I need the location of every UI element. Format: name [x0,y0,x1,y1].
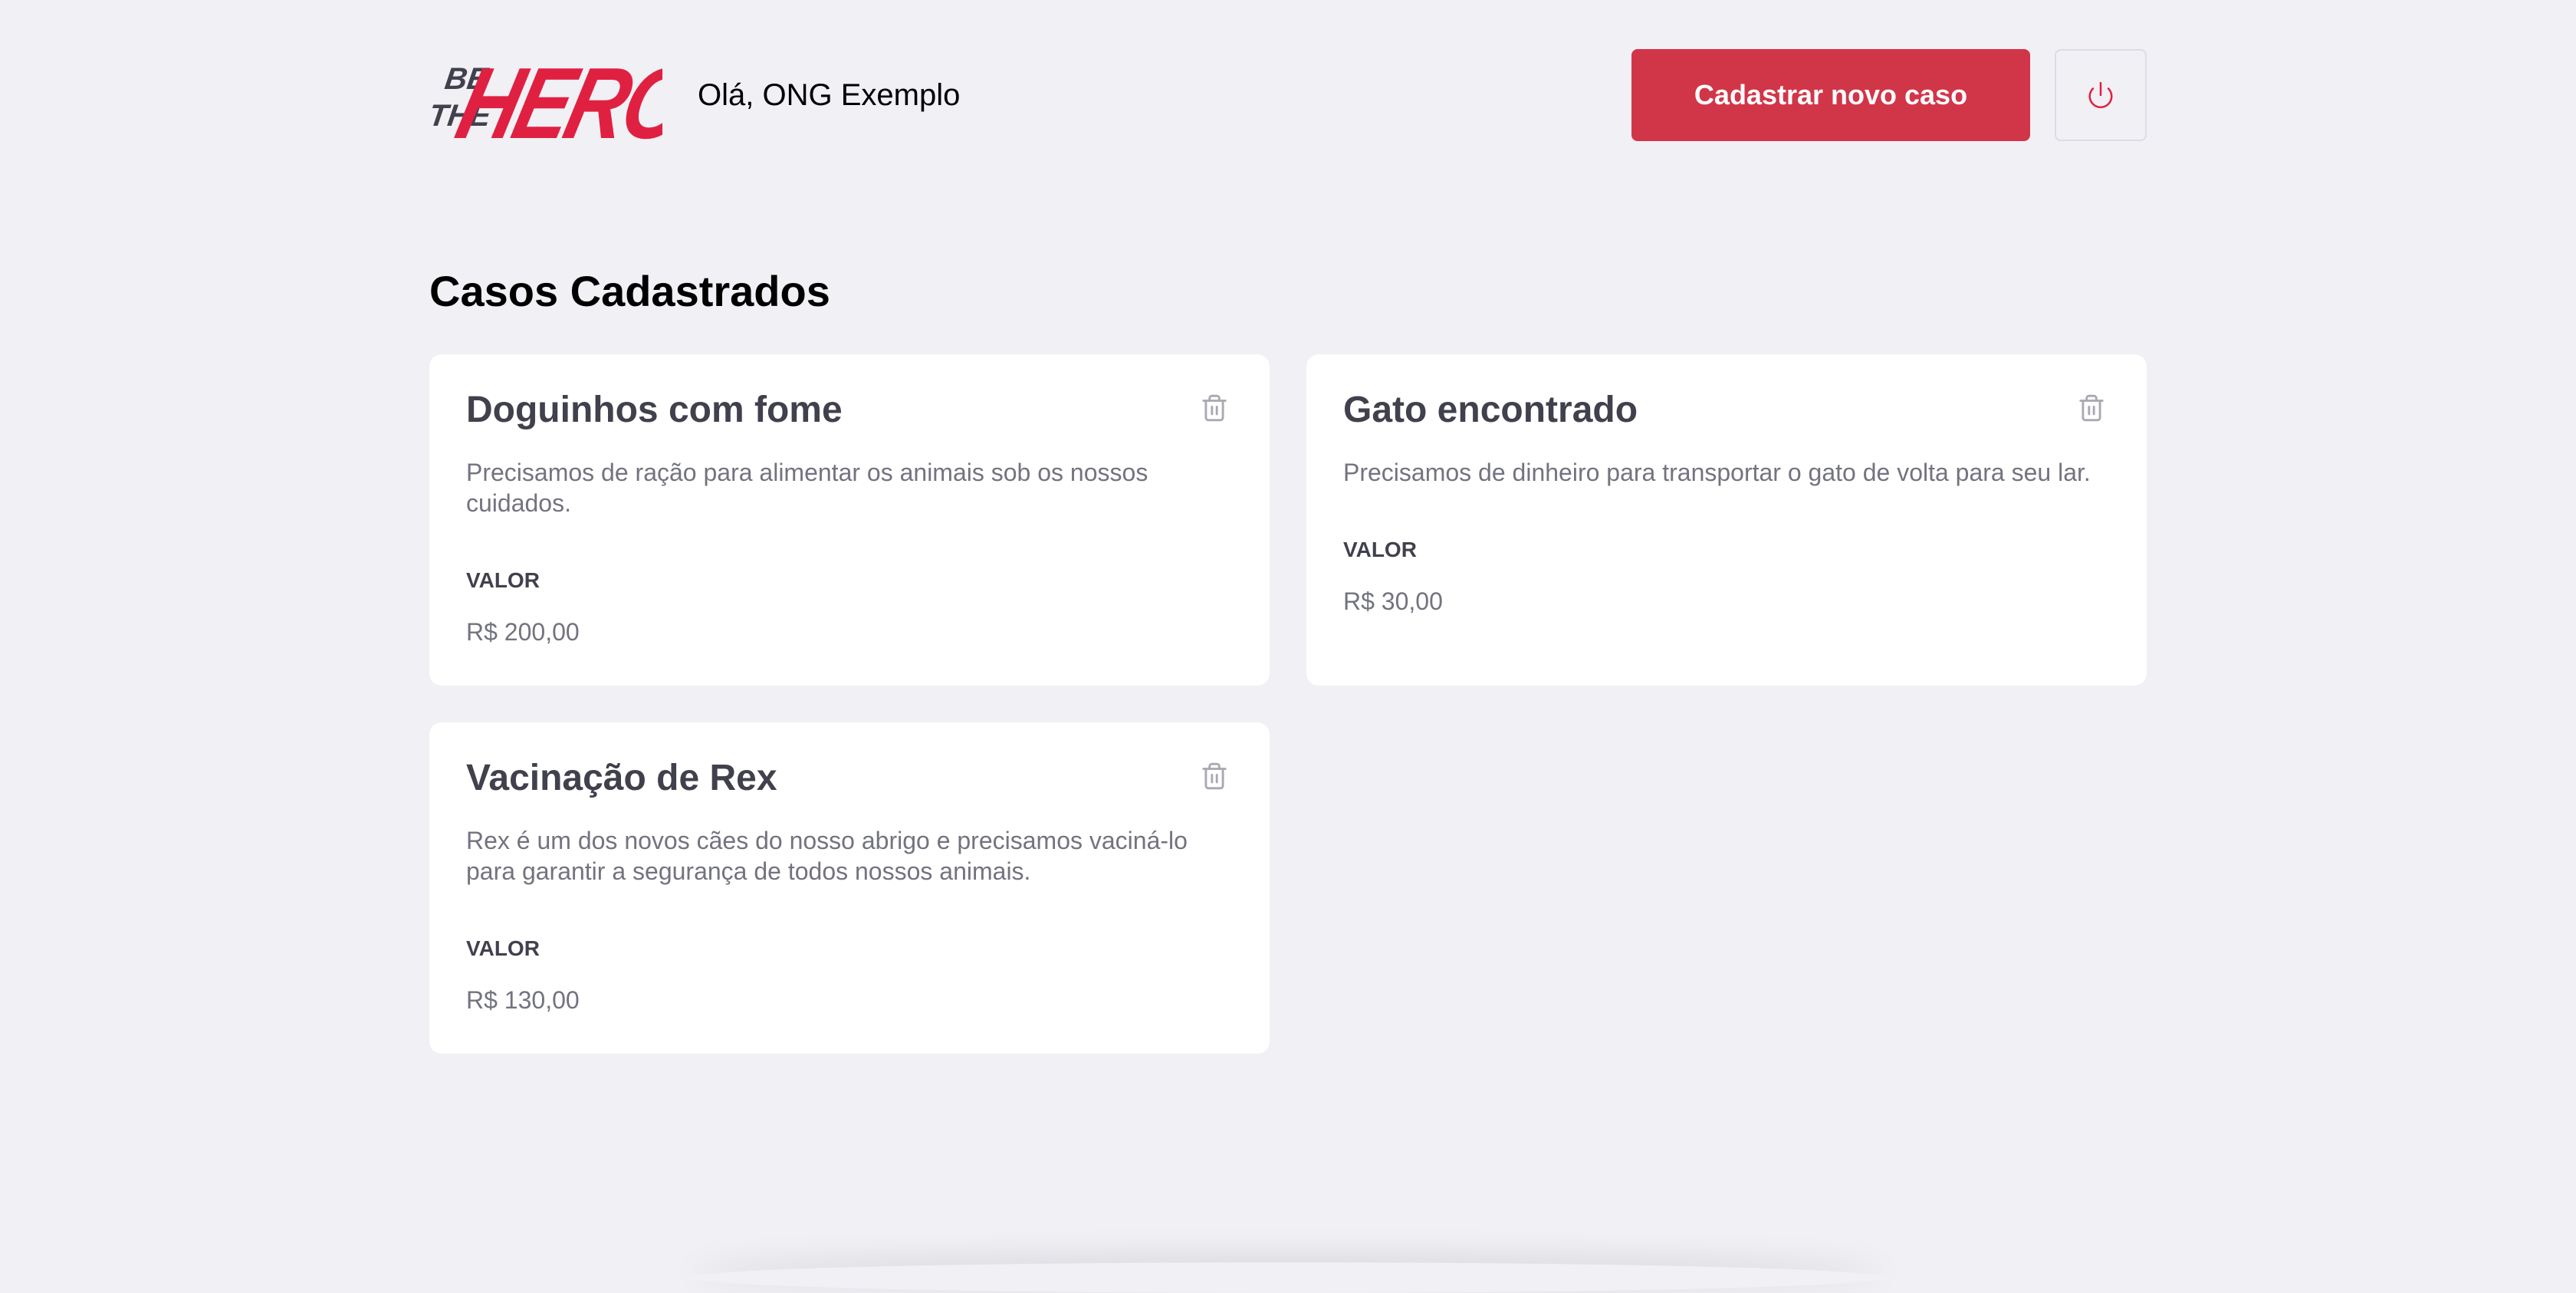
case-title: Doguinhos com fome [466,390,843,430]
trash-icon [1202,394,1227,422]
trash-icon [2079,394,2104,422]
greeting-text: Olá, ONG Exemplo [698,78,961,112]
case-description: Rex é um dos novos cães do nosso abrigo … [466,827,1188,885]
page-header: BE THE HERO Olá, ONG Exemplo Cadastrar n… [429,49,2147,147]
case-description: Precisamos de ração para alimentar os an… [466,459,1148,517]
page-title: Casos Cadastrados [429,267,830,315]
bottom-shadow [690,1262,1886,1293]
case-card: Doguinhos com fome Precisamos de ração p… [429,354,1270,686]
delete-case-button[interactable] [1196,758,1233,795]
trash-icon [1202,762,1227,790]
new-case-button[interactable]: Cadastrar novo caso [1631,49,2030,141]
be-the-hero-logo: BE THE HERO [429,49,662,147]
power-icon [2088,81,2113,109]
case-title: Vacinação de Rex [466,758,777,798]
delete-case-button[interactable] [2073,390,2110,426]
case-value-label: VALOR [1343,538,1417,561]
svg-text:HERO: HERO [447,49,662,147]
case-value: R$ 200,00 [466,618,580,646]
case-value: R$ 30,00 [1343,587,1443,615]
case-description: Precisamos de dinheiro para transportar … [1343,459,2091,486]
case-value-label: VALOR [466,936,540,960]
logout-button[interactable] [2055,49,2147,141]
case-value: R$ 130,00 [466,986,580,1014]
case-card: Vacinação de Rex Rex é um dos novos cães… [429,722,1270,1054]
case-value-label: VALOR [466,568,540,592]
case-title: Gato encontrado [1343,390,1638,430]
delete-case-button[interactable] [1196,390,1233,426]
case-card: Gato encontrado Precisamos de dinheiro p… [1306,354,2147,686]
